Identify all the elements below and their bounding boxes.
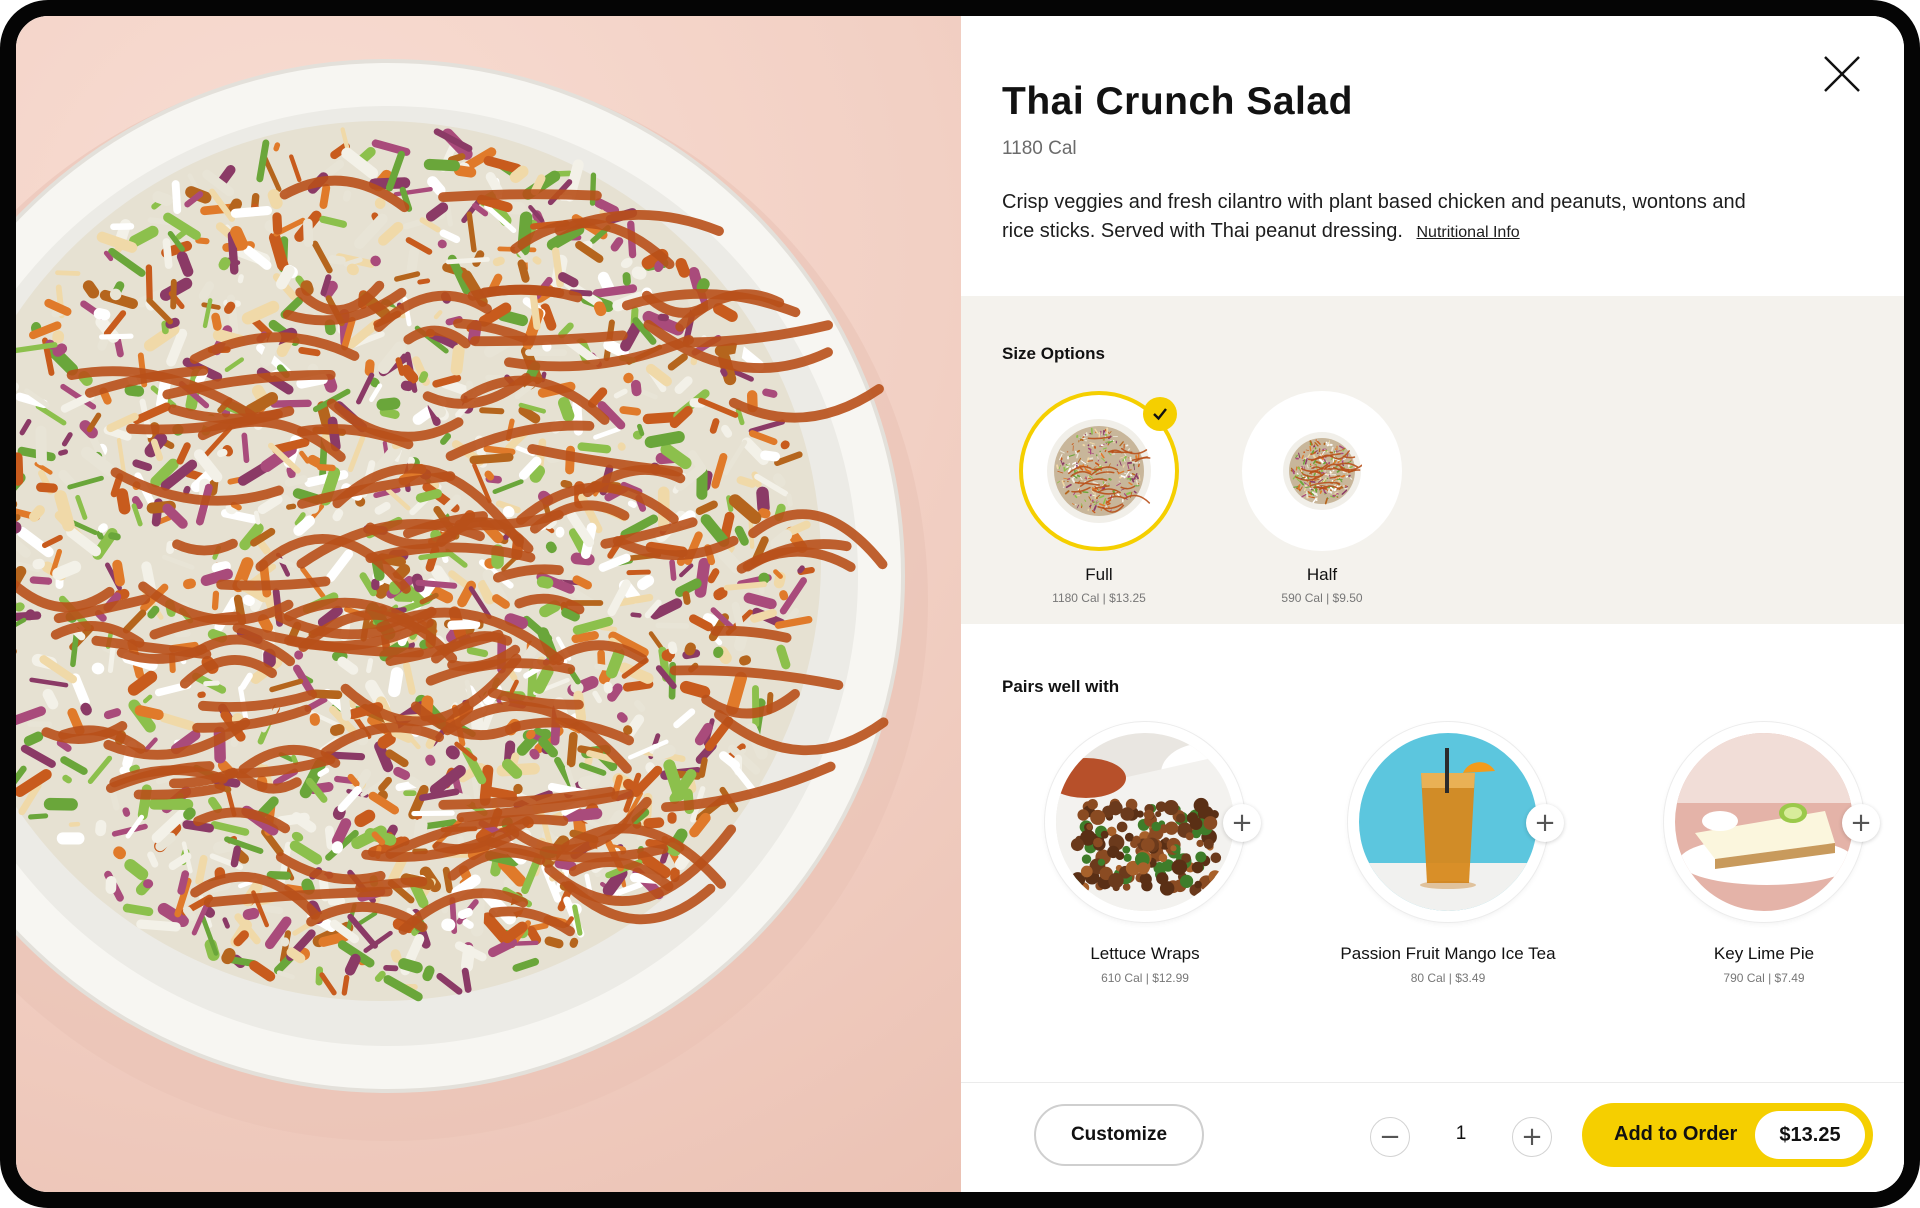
size-option-name: Half [1306, 565, 1338, 584]
add-to-order-button[interactable]: Add to Order $13.25 [1582, 1103, 1873, 1167]
salad-full-thumb [1047, 419, 1151, 523]
pair-item-iced-tea[interactable]: + Passion Fruit Mango Ice Tea 80 Cal | $… [1328, 722, 1568, 985]
nutritional-info-link[interactable]: Nutritional Info [1417, 224, 1520, 241]
plus-icon: + [1850, 808, 1872, 838]
increase-quantity-button[interactable]: + [1512, 1117, 1552, 1157]
add-key-lime-pie-button[interactable]: + [1842, 804, 1880, 842]
size-full-circle [1019, 391, 1179, 551]
size-option-half[interactable]: Half 590 Cal | $9.50 [1237, 391, 1407, 605]
size-half-circle [1242, 391, 1402, 551]
quantity-value: 1 [1455, 1123, 1467, 1144]
pairs-heading: Pairs well with [1002, 677, 1120, 696]
pair-name: Passion Fruit Mango Ice Tea [1340, 944, 1556, 963]
pair-item-key-lime-pie[interactable]: + Key Lime Pie 790 Cal | $7.49 [1644, 722, 1884, 985]
plus-icon: + [1231, 808, 1253, 838]
key-lime-pie-image [1675, 733, 1853, 911]
description-text: Crisp veggies and fresh cilantro with pl… [1002, 191, 1746, 242]
close-icon [1824, 56, 1860, 92]
size-option-name: Full [1085, 565, 1113, 584]
pair-image-circle: + [1664, 722, 1880, 922]
product-calories: 1180 Cal [1002, 138, 1077, 159]
salad-half-thumb [1283, 432, 1362, 510]
minus-icon: − [1379, 1122, 1401, 1152]
pair-meta: 610 Cal | $12.99 [1101, 971, 1189, 985]
size-option-meta: 1180 Cal | $13.25 [1052, 591, 1146, 605]
pair-name: Key Lime Pie [1713, 944, 1815, 963]
pair-meta: 80 Cal | $3.49 [1410, 971, 1486, 985]
product-modal: Thai Crunch Salad 1180 Cal Crisp veggies… [0, 0, 1920, 1208]
pair-meta: 790 Cal | $7.49 [1723, 971, 1805, 985]
pair-item-lettuce-wraps[interactable]: + Lettuce Wraps 610 Cal | $12.99 [1025, 722, 1265, 985]
plus-icon: + [1534, 808, 1556, 838]
product-photo [16, 16, 961, 1192]
plus-icon: + [1521, 1122, 1543, 1152]
iced-tea-image [1359, 733, 1537, 911]
product-detail-panel: Thai Crunch Salad 1180 Cal Crisp veggies… [961, 16, 1904, 1192]
product-title: Thai Crunch Salad [1002, 80, 1353, 123]
selected-check-badge [1143, 397, 1177, 431]
decrease-quantity-button[interactable]: − [1370, 1117, 1410, 1157]
pair-image-circle: + [1045, 722, 1261, 922]
add-iced-tea-button[interactable]: + [1526, 804, 1564, 842]
order-footer: Customize − 1 + Add to Order $13.25 [961, 1082, 1904, 1192]
add-to-order-label: Add to Order [1614, 1123, 1738, 1145]
order-price: $13.25 [1755, 1111, 1865, 1159]
customize-button[interactable]: Customize [1034, 1104, 1204, 1166]
size-option-meta: 590 Cal | $9.50 [1281, 591, 1363, 605]
size-options-heading: Size Options [1002, 344, 1105, 363]
check-icon [1153, 408, 1167, 421]
add-lettuce-wraps-button[interactable]: + [1223, 804, 1261, 842]
product-description: Crisp veggies and fresh cilantro with pl… [1002, 188, 1762, 247]
size-options-section: Size Options Full 1180 Cal | $13.25 Half… [961, 296, 1904, 624]
pair-name: Lettuce Wraps [1090, 944, 1200, 963]
close-button[interactable] [1814, 46, 1870, 102]
salad-bowl-image [16, 59, 928, 1141]
size-option-full[interactable]: Full 1180 Cal | $13.25 [1014, 391, 1184, 605]
pair-image-circle: + [1348, 722, 1564, 922]
lettuce-wraps-image [1056, 733, 1234, 911]
